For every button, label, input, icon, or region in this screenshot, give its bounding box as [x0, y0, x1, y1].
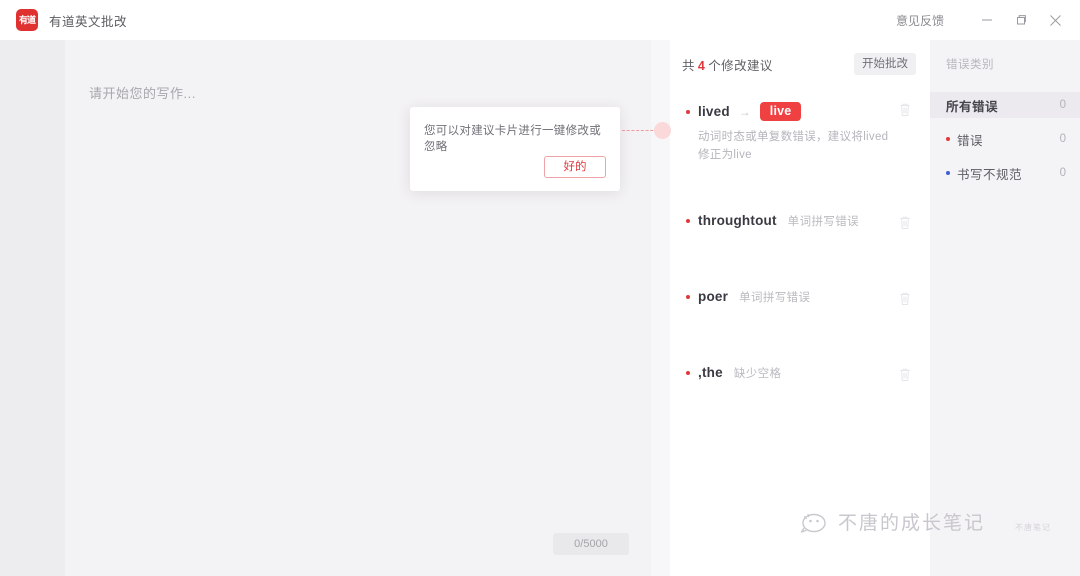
category-count: 0 [1059, 133, 1066, 145]
suggestion-card[interactable]: throughtout 单词拼写错误 [670, 201, 930, 255]
delete-suggestion-button[interactable] [898, 367, 912, 382]
suggestion-word: throughtout [698, 213, 777, 229]
blue-dot-icon [946, 171, 950, 175]
bullet-dot-icon [686, 294, 690, 299]
title-bar-actions: 意见反馈 [896, 0, 1080, 40]
category-row-errors[interactable]: 错误 0 [930, 126, 1080, 152]
suggestion-description: 动词时态或单复数错误，建议将lived修正为live [698, 131, 889, 161]
category-sidebar-title: 错误类别 [946, 59, 994, 71]
suggestion-card[interactable]: ,the 缺少空格 [670, 353, 930, 407]
app-title: 有道英文批改 [49, 14, 128, 29]
trash-icon [898, 291, 912, 306]
suggestion-count-text: 共 4 个修改建议 [682, 55, 773, 74]
bullet-dot-icon [686, 109, 690, 114]
character-counter: 0/5000 [553, 533, 629, 555]
trash-icon [898, 367, 912, 382]
minimize-button[interactable] [970, 0, 1004, 40]
wechat-smiley-icon [800, 511, 830, 533]
suggestions-panel: 共 4 个修改建议 开始批改 lived → live 动词时态或单复数错误，建议将… [670, 40, 930, 576]
app-window: 有道 有道英文批改 意见反馈 请开始您的写作... 0/5000 共 4 个修改… [0, 0, 1080, 576]
trash-icon [898, 215, 912, 230]
watermark-badge: 不唐笔记 [1015, 523, 1051, 532]
suggestion-card-list: lived → live 动词时态或单复数错误，建议将lived修正为live [670, 88, 930, 407]
category-sidebar: 错误类别 所有错误 0 错误 0 书写不规范 0 [930, 40, 1080, 576]
app-logo: 有道 [16, 9, 38, 31]
category-label: 所有错误 [946, 99, 999, 114]
category-label: 书写不规范 [957, 167, 1023, 182]
delete-suggestion-button[interactable] [898, 291, 912, 306]
watermark-text: 不唐的成长笔记 [838, 512, 986, 534]
suggestion-card[interactable]: poer 单词拼写错误 [670, 277, 930, 331]
maximize-icon [1015, 14, 1027, 26]
bullet-dot-icon [686, 370, 690, 375]
close-button[interactable] [1038, 0, 1072, 40]
suggestion-error-type: 单词拼写错误 [787, 215, 860, 228]
minimize-icon [981, 14, 993, 26]
maximize-button[interactable] [1004, 0, 1038, 40]
coach-mark-connector [622, 130, 658, 131]
coach-mark-highlight-dot [654, 122, 671, 139]
suggestion-word: lived [698, 104, 730, 119]
count-number: 4 [697, 58, 706, 73]
delete-suggestion-button[interactable] [898, 102, 912, 117]
trash-icon [898, 102, 912, 117]
category-row-all-errors[interactable]: 所有错误 0 [930, 92, 1080, 118]
editor-placeholder: 请开始您的写作... [89, 86, 196, 101]
bullet-dot-icon [686, 218, 690, 223]
suggestion-word: ,the [698, 365, 723, 381]
suggestion-card[interactable]: lived → live 动词时态或单复数错误，建议将lived修正为live [670, 88, 930, 179]
suggestion-word: poer [698, 289, 729, 305]
watermark: 不唐的成长笔记 [800, 508, 985, 535]
coach-mark-message: 您可以对建议卡片进行一键修改或忽略 [424, 125, 601, 154]
category-count: 0 [1059, 167, 1066, 179]
coach-mark-ok-button[interactable]: 好的 [544, 156, 606, 178]
suggestion-card-main: throughtout 单词拼写错误 [686, 213, 916, 229]
suggestion-error-type: 单词拼写错误 [739, 291, 811, 304]
arrow-right-icon: → [738, 104, 751, 119]
category-label: 错误 [957, 133, 984, 148]
close-icon [1049, 14, 1062, 27]
suggestion-card-main: poer 单词拼写错误 [686, 289, 916, 305]
suggestion-replacement[interactable]: live [759, 102, 802, 121]
category-row-style-issues[interactable]: 书写不规范 0 [930, 160, 1080, 186]
delete-suggestion-button[interactable] [898, 215, 912, 230]
title-bar: 有道 有道英文批改 意见反馈 [0, 0, 1080, 40]
suggestion-card-main: ,the 缺少空格 [686, 365, 916, 381]
count-suffix: 个修改建议 [708, 58, 773, 73]
feedback-link[interactable]: 意见反馈 [896, 12, 944, 29]
coach-mark-popup: 您可以对建议卡片进行一键修改或忽略 好的 [410, 107, 620, 191]
suggestion-error-type: 缺少空格 [733, 367, 782, 380]
category-count: 0 [1059, 99, 1066, 111]
suggestions-header: 共 4 个修改建议 开始批改 [670, 40, 930, 88]
start-correction-button[interactable]: 开始批改 [854, 53, 916, 75]
panel-gutter [651, 40, 670, 576]
suggestion-card-main: lived → live [686, 102, 916, 121]
count-prefix: 共 [682, 58, 695, 73]
red-dot-icon [946, 137, 950, 141]
